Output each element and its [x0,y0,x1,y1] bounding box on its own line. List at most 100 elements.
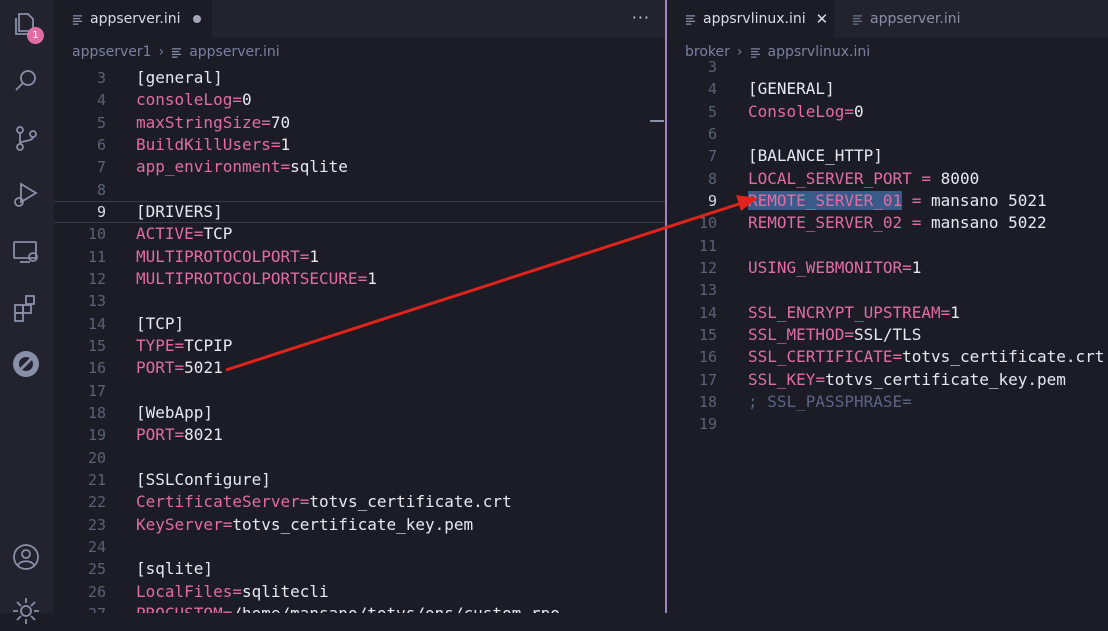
code-line[interactable]: 21 [SSLConfigure] [54,469,666,491]
line-text[interactable]: [SSLConfigure] [136,469,271,491]
tab-appserver-ini[interactable]: appserver.ini [54,0,212,38]
code-line[interactable]: 6 BuildKillUsers=1 [54,134,666,156]
code-line[interactable]: 7 [BALANCE_HTTP] [667,145,1108,167]
line-text[interactable]: KeyServer=totvs_certificate_key.pem [136,514,473,536]
code-line[interactable]: 20 [54,447,666,469]
code-line[interactable]: 8 [54,179,666,201]
line-text[interactable]: ConsoleLog=0 [748,101,864,123]
line-text[interactable]: [WebApp] [136,402,213,424]
code-line[interactable]: 17 [54,380,666,402]
line-number: 5 [707,102,717,121]
tab-appserver-ini[interactable]: appserver.ini [834,0,992,38]
code-line[interactable]: 18 ; SSL_PASSPHRASE= [667,391,1108,413]
account-icon[interactable] [10,541,42,573]
extensions-icon[interactable] [10,292,42,324]
line-text[interactable]: [BALANCE_HTTP] [748,145,883,167]
line-number: 4 [707,80,717,99]
code-line[interactable]: 9 REMOTE_SERVER_01 = mansano 5021 [667,190,1108,212]
line-text[interactable]: [DRIVERS] [136,201,223,223]
line-text[interactable]: [general] [136,67,223,89]
code-line[interactable]: 3 [general] [54,67,666,89]
remote-explorer-icon[interactable] [10,236,42,268]
line-text[interactable]: ACTIVE=TCP [136,223,232,245]
code-line[interactable]: 17 SSL_KEY=totvs_certificate_key.pem [667,369,1108,391]
code-line[interactable]: 16 SSL_CERTIFICATE=totvs_certificate.crt [667,346,1108,368]
code-line[interactable]: 3 [667,56,1108,78]
code-line[interactable]: 4 [GENERAL] [667,78,1108,100]
line-text[interactable]: maxStringSize=70 [136,112,290,134]
settings-gear-icon[interactable] [10,595,42,627]
code-line[interactable]: 5 ConsoleLog=0 [667,101,1108,123]
code-line[interactable]: 13 [54,290,666,312]
line-text[interactable]: MULTIPROTOCOLPORT=1 [136,246,319,268]
code-line[interactable]: 14 [TCP] [54,313,666,335]
code-line[interactable]: 10 REMOTE_SERVER_02 = mansano 5022 [667,212,1108,234]
line-text[interactable]: LOCAL_SERVER_PORT = 8000 [748,168,979,190]
ini-equals: = [174,358,185,378]
breadcrumb-folder[interactable]: appserver1 [72,44,152,60]
line-text[interactable]: REMOTE_SERVER_01 = mansano 5021 [748,190,1047,212]
ini-value: totvs_certificate_key.pem [232,514,474,534]
code-line[interactable]: 11 [667,235,1108,257]
code-line[interactable]: 15 TYPE=TCPIP [54,335,666,357]
code-line[interactable]: 19 [667,413,1108,435]
more-actions-button[interactable]: ··· [632,8,650,27]
code-line[interactable]: 6 [667,123,1108,145]
code-line[interactable]: 9 [DRIVERS] [54,201,666,223]
tab-appsrvlinux-ini[interactable]: appsrvlinux.ini ✕ [667,0,834,38]
breadcrumb-file[interactable]: appserver.ini [189,44,280,60]
code-line[interactable]: 12 USING_WEBMONITOR=1 [667,257,1108,279]
line-text[interactable]: USING_WEBMONITOR=1 [748,257,921,279]
code-line[interactable]: 12 MULTIPROTOCOLPORTSECURE=1 [54,268,666,290]
line-text[interactable]: CertificateServer=totvs_certificate.crt [136,491,512,513]
line-text[interactable]: app_environment=sqlite [136,156,348,178]
line-text[interactable]: BuildKillUsers=1 [136,134,290,156]
code-line[interactable]: 15 SSL_METHOD=SSL/TLS [667,324,1108,346]
code-line[interactable]: 5 maxStringSize=70 [54,112,666,134]
line-text[interactable]: ; SSL_PASSPHRASE= [748,391,912,413]
code-area[interactable]: 3 [general] 4 consoleLog=0 5 maxStringSize=70… [54,67,666,613]
line-text[interactable]: consoleLog=0 [136,89,252,111]
line-text[interactable]: MULTIPROTOCOLPORTSECURE=1 [136,268,377,290]
line-text[interactable]: [sqlite] [136,558,213,580]
code-line[interactable]: 14 SSL_ENCRYPT_UPSTREAM=1 [667,302,1108,324]
line-text[interactable]: PORT=5021 [136,357,223,379]
code-line[interactable]: 13 [667,279,1108,301]
line-text[interactable]: [TCP] [136,313,184,335]
code-line[interactable]: 26 LocalFiles=sqlitecli [54,581,666,603]
line-text[interactable]: TYPE=TCPIP [136,335,232,357]
code-line[interactable]: 23 KeyServer=totvs_certificate_key.pem [54,514,666,536]
line-text[interactable]: PROCUSTOM=/home/mansano/totvs/ons/custom… [136,603,560,613]
line-text[interactable]: SSL_CERTIFICATE=totvs_certificate.crt [748,346,1104,368]
run-debug-icon[interactable] [10,178,42,210]
ini-equals: = [261,112,271,132]
line-text[interactable]: REMOTE_SERVER_02 = mansano 5022 [748,212,1047,234]
line-text[interactable]: PORT=8021 [136,424,223,446]
line-text[interactable]: [GENERAL] [748,78,835,100]
line-text[interactable]: SSL_METHOD=SSL/TLS [748,324,921,346]
code-line[interactable]: 11 MULTIPROTOCOLPORT=1 [54,246,666,268]
code-line[interactable]: 25 [sqlite] [54,558,666,580]
close-icon[interactable]: ✕ [816,10,829,28]
line-text[interactable]: SSL_ENCRYPT_UPSTREAM=1 [748,302,960,324]
code-line[interactable]: 18 [WebApp] [54,402,666,424]
search-icon[interactable] [10,65,42,97]
code-line[interactable]: 19 PORT=8021 [54,424,666,446]
code-line[interactable]: 16 PORT=5021 [54,357,666,379]
code-line[interactable]: 24 [54,536,666,558]
code-area[interactable]: 3 4 [GENERAL] 5 ConsoleLog=0 6 7 [BALANCE_HTTP]… [667,56,1108,436]
source-control-icon[interactable] [10,122,42,154]
code-line[interactable]: 7 app_environment=sqlite [54,156,666,178]
code-line[interactable]: 8 LOCAL_SERVER_PORT = 8000 [667,168,1108,190]
code-line[interactable]: 27 PROCUSTOM=/home/mansano/totvs/ons/cust… [54,603,666,613]
line-text[interactable]: SSL_KEY=totvs_certificate_key.pem [748,369,1066,391]
unsaved-dot-icon[interactable] [192,15,201,23]
ini-value: sqlite [290,157,348,177]
code-line[interactable]: 22 CertificateServer=totvs_certificate.cr… [54,491,666,513]
advpl-extension-icon[interactable] [10,348,42,380]
code-line[interactable]: 10 ACTIVE=TCP [54,223,666,245]
tab-label: appserver.ini [90,11,181,27]
code-line[interactable]: 4 consoleLog=0 [54,89,666,111]
ini-key: MULTIPROTOCOLPORT [136,246,300,266]
line-text[interactable]: LocalFiles=sqlitecli [136,581,329,603]
